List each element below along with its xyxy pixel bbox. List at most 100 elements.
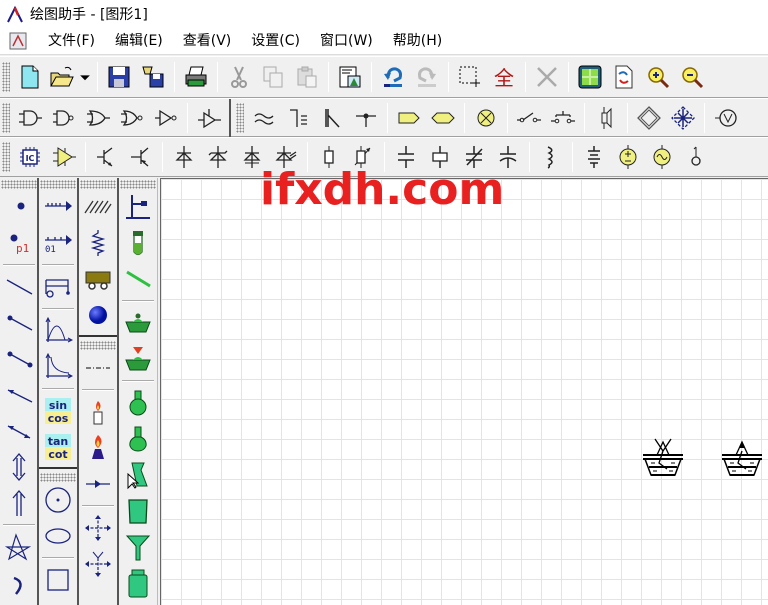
- select-all-button[interactable]: 全: [487, 61, 521, 93]
- menu-edit[interactable]: 编辑(E): [105, 29, 173, 53]
- undo-button[interactable]: [376, 61, 410, 93]
- save-button[interactable]: [102, 61, 136, 93]
- inverse-graph-button[interactable]: [40, 349, 76, 385]
- funnel-button[interactable]: [120, 529, 156, 565]
- refresh-page-button[interactable]: [607, 61, 641, 93]
- evaporating-dish-with-tripod-1[interactable]: [641, 437, 685, 479]
- terminal-button[interactable]: [679, 141, 713, 173]
- toolbar-grip[interactable]: [236, 102, 244, 133]
- up-down-arrow-button[interactable]: [1, 449, 37, 485]
- zoom-out-button[interactable]: [675, 61, 709, 93]
- nor-gate-button[interactable]: [115, 102, 149, 134]
- palette-grip[interactable]: [0, 180, 37, 189]
- palette-grip[interactable]: [40, 180, 77, 189]
- evaporating-dish-button[interactable]: [120, 305, 156, 341]
- parabola-graph-button[interactable]: [40, 313, 76, 349]
- cart-button[interactable]: [40, 269, 76, 305]
- palette-grip[interactable]: [120, 180, 156, 189]
- labeled-point-button[interactable]: p1: [1, 225, 37, 261]
- npn-transistor-button[interactable]: [90, 141, 124, 173]
- dashed-line-button[interactable]: [80, 350, 116, 386]
- menu-view[interactable]: 查看(V): [173, 29, 242, 53]
- number-axis-button[interactable]: [40, 189, 76, 225]
- probe-button[interactable]: [349, 102, 383, 134]
- diode-button[interactable]: [167, 141, 201, 173]
- save-as-button[interactable]: [136, 61, 170, 93]
- hexagon-button[interactable]: [426, 102, 460, 134]
- alcohol-lamp-button[interactable]: [80, 430, 116, 466]
- arc-button[interactable]: [1, 565, 37, 601]
- tan-cot-button[interactable]: tan cot: [40, 429, 76, 465]
- pnp-transistor-button[interactable]: [124, 141, 158, 173]
- switch-button[interactable]: [512, 102, 546, 134]
- palette-grip[interactable]: [80, 341, 117, 350]
- menu-window[interactable]: 窗口(W): [310, 29, 383, 53]
- lamp-button[interactable]: [469, 102, 503, 134]
- palette-grip[interactable]: [40, 473, 77, 482]
- toolbar-grip[interactable]: [2, 102, 10, 133]
- antenna-button[interactable]: [315, 102, 349, 134]
- ball-button[interactable]: [80, 297, 116, 333]
- filter-button[interactable]: [247, 102, 281, 134]
- segment-button[interactable]: [1, 341, 37, 377]
- drawing-canvas[interactable]: [160, 178, 768, 605]
- menu-help[interactable]: 帮助(H): [383, 29, 452, 53]
- ic-chip-button[interactable]: IC: [13, 141, 47, 173]
- point-button[interactable]: [1, 189, 37, 225]
- beaker-button[interactable]: [120, 493, 156, 529]
- select-region-button[interactable]: [453, 61, 487, 93]
- flat-flask-button[interactable]: [120, 421, 156, 457]
- test-tube-button[interactable]: [120, 225, 156, 261]
- arrow-line-button[interactable]: [80, 466, 116, 502]
- inductor-button[interactable]: [534, 141, 568, 173]
- tristate-buffer-button[interactable]: [192, 102, 226, 134]
- print-button[interactable]: [179, 61, 213, 93]
- hatch-button[interactable]: [80, 189, 116, 225]
- delete-button[interactable]: [530, 61, 564, 93]
- op-amp-button[interactable]: [47, 141, 81, 173]
- insert-image-button[interactable]: [333, 61, 367, 93]
- ellipse-button[interactable]: [40, 518, 76, 554]
- spring-button[interactable]: [80, 225, 116, 261]
- number-axis-labeled-button[interactable]: 01: [40, 225, 76, 261]
- menu-file[interactable]: 文件(F): [38, 29, 105, 53]
- battery-button[interactable]: [577, 141, 611, 173]
- copy-button[interactable]: [256, 61, 290, 93]
- zener-diode-button[interactable]: [201, 141, 235, 173]
- ray-button[interactable]: [1, 305, 37, 341]
- conical-beaker-button[interactable]: [120, 457, 156, 493]
- jar-button[interactable]: [120, 565, 156, 601]
- cut-button[interactable]: [222, 61, 256, 93]
- vector-button[interactable]: [1, 377, 37, 413]
- speaker-button[interactable]: [589, 102, 623, 134]
- iron-stand-button[interactable]: [120, 189, 156, 225]
- fit-page-button[interactable]: [573, 61, 607, 93]
- zoom-in-button[interactable]: [641, 61, 675, 93]
- bridge-rectifier-button[interactable]: [632, 102, 666, 134]
- menu-settings[interactable]: 设置(C): [241, 29, 310, 53]
- voltmeter-button[interactable]: [709, 102, 743, 134]
- double-arrow-button[interactable]: [1, 413, 37, 449]
- round-flask-button[interactable]: [120, 385, 156, 421]
- open-file-button[interactable]: [47, 61, 77, 93]
- document-icon[interactable]: [8, 31, 28, 51]
- trolley-button[interactable]: [80, 261, 116, 297]
- open-dropdown-button[interactable]: [77, 61, 93, 93]
- ac-source-button[interactable]: [645, 141, 679, 173]
- ground-transformer-button[interactable]: [281, 102, 315, 134]
- star-polygon-button[interactable]: [1, 529, 37, 565]
- funnel-stand-button[interactable]: [120, 341, 156, 377]
- up-arrow-button[interactable]: [1, 485, 37, 521]
- not-gate-button[interactable]: [149, 102, 183, 134]
- line-button[interactable]: [1, 269, 37, 305]
- nand-gate-button[interactable]: [47, 102, 81, 134]
- candle-button[interactable]: [80, 394, 116, 430]
- sin-cos-button[interactable]: sin cos: [40, 393, 76, 429]
- evaporating-dish-with-tripod-2[interactable]: [720, 437, 764, 479]
- force-cross-button[interactable]: [80, 510, 116, 546]
- toolbar-grip[interactable]: [2, 62, 10, 92]
- new-file-button[interactable]: [13, 61, 47, 93]
- rectangle-button[interactable]: [40, 562, 76, 598]
- paste-button[interactable]: [290, 61, 324, 93]
- push-button-button[interactable]: [546, 102, 580, 134]
